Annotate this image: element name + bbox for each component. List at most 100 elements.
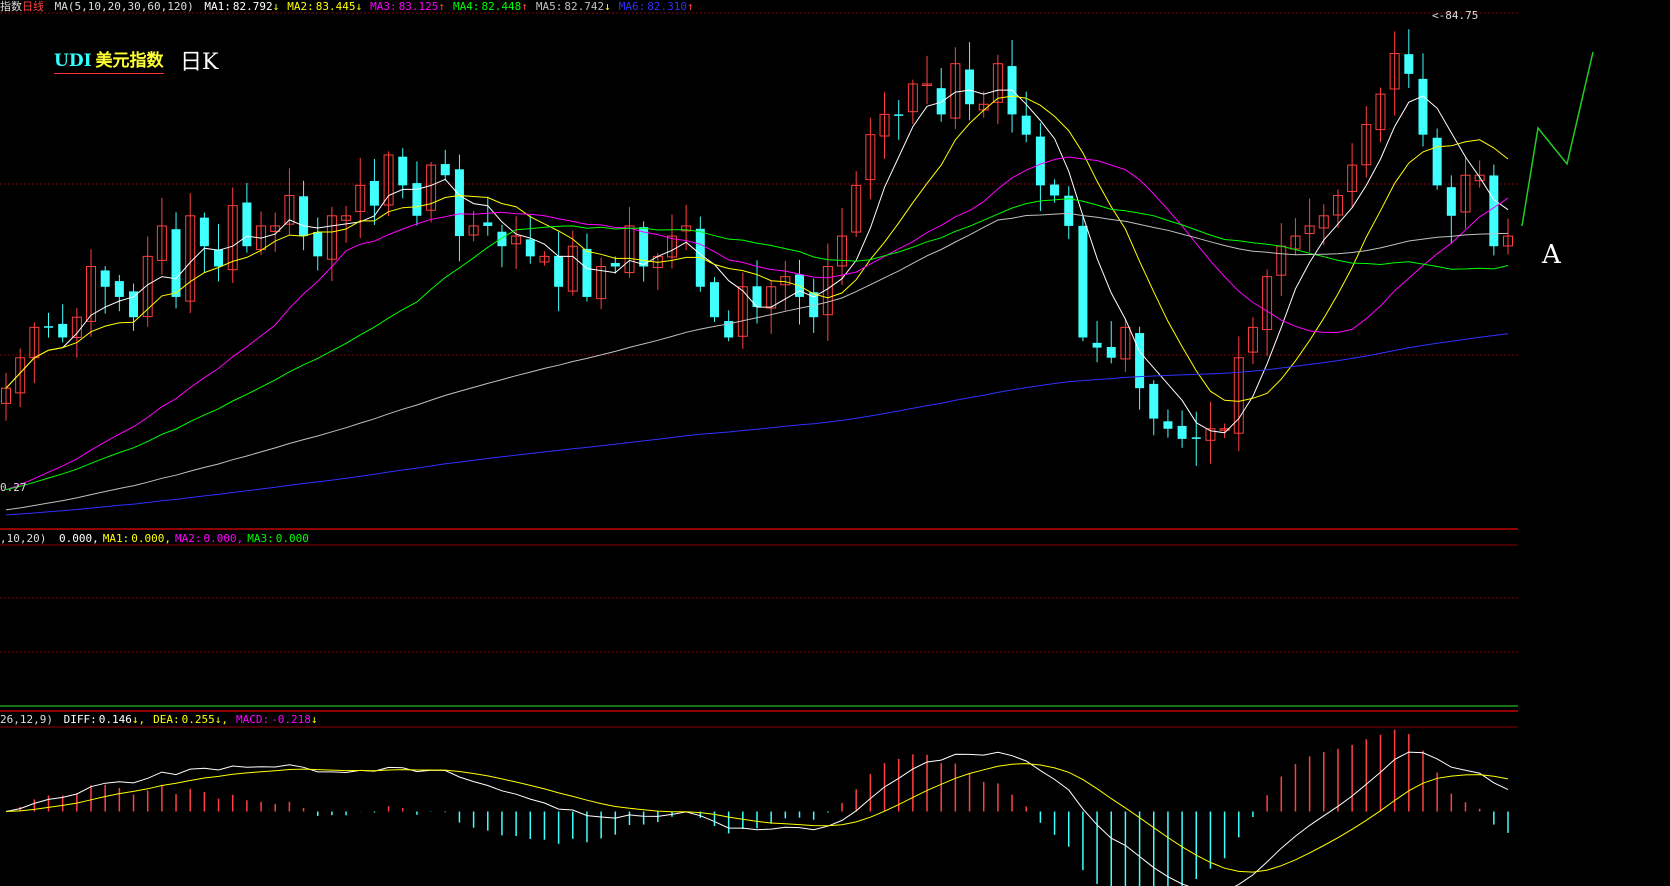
header_main-item-value: 83.445 xyxy=(315,0,356,13)
header_vol-item-3: MA3: 0.000 xyxy=(247,532,309,545)
header_main-item-3: MA4: 82.448↑ xyxy=(453,0,532,13)
candle-body-down xyxy=(242,202,252,247)
header_main-item-arrow: ↑ xyxy=(686,0,694,13)
header-prefix: 指数 xyxy=(0,0,22,13)
vol-indicator: ,10,20) xyxy=(0,532,47,545)
candle-body-down xyxy=(114,281,124,297)
header_vol-item-value: 0.000 xyxy=(275,532,309,545)
candle-body-down xyxy=(1149,383,1159,419)
volume-indicator-header: ,10,20) 0.000, MA1: 0.000, MA2: 0.000, MA3: 0.… xyxy=(0,532,313,545)
candle-body-down xyxy=(1489,175,1499,247)
candle-body-down xyxy=(1106,346,1116,358)
header-period: 日线 xyxy=(22,0,44,13)
candle-body-down xyxy=(554,255,564,287)
header-indicator: MA(5,10,20,30,60,120) xyxy=(54,0,194,13)
header_main-item-arrow: ↓ xyxy=(604,0,611,13)
logo-en: UDI xyxy=(54,51,92,71)
header_macd-item-value: 0.146 xyxy=(98,713,132,726)
candle-body-down xyxy=(1021,115,1031,135)
header_macd-item-0: DIFF: 0.146↓, xyxy=(64,713,150,726)
header_main-item-2: MA3: 83.125↑ xyxy=(370,0,449,13)
header_main-item-label: MA5: xyxy=(535,0,563,13)
header_main-item-value: 82.742 xyxy=(564,0,605,13)
candle-body-down xyxy=(610,262,620,267)
candle-body-down xyxy=(1035,136,1045,186)
candle-body-down xyxy=(454,169,464,237)
header_main-item-arrow: ↑ xyxy=(438,0,445,13)
header_vol-item-label: MA2: xyxy=(174,532,202,545)
header_vol-item-label: MA3: xyxy=(247,532,274,545)
candle-body-down xyxy=(1050,184,1060,196)
candle-body-down xyxy=(1446,187,1456,216)
header_main-item-value: 82.448 xyxy=(481,0,522,13)
candle-body-down xyxy=(965,69,975,105)
candle-body-down xyxy=(1092,342,1102,348)
header_macd-item-value: 0.255 xyxy=(181,713,215,726)
header_macd-item-2: MACD: -0.218↓ xyxy=(236,713,322,726)
candle-body-down xyxy=(440,164,450,176)
projection-a-label: A xyxy=(1542,240,1561,270)
candle-body-down xyxy=(709,282,719,318)
header_vol-item-value: 0.000, xyxy=(58,532,99,545)
header_main-item-label: MA3: xyxy=(370,0,397,13)
ma4-line xyxy=(5,198,1509,491)
header_macd-item-1: DEA: 0.255↓, xyxy=(153,713,232,726)
ma6-line xyxy=(5,333,1509,516)
header_main-item-4: MA5: 82.742↓ xyxy=(536,0,615,13)
header_main-item-label: MA1: xyxy=(204,0,231,13)
candle-body-down xyxy=(936,88,946,115)
candle-body-down xyxy=(894,114,904,116)
header_main-item-0: MA1: 82.792↓ xyxy=(204,0,283,13)
candle-body-down xyxy=(171,229,181,297)
logo-cn: 美元指数 xyxy=(95,51,164,71)
candle-body-down xyxy=(214,249,224,267)
k-period-label: 日K xyxy=(180,50,219,75)
header_vol-item-2: MA2: 0.000, xyxy=(175,532,243,545)
candle-body-down xyxy=(398,156,408,186)
candle-body-down xyxy=(525,239,535,257)
candle-body-down xyxy=(582,248,592,297)
candle-body-down xyxy=(483,222,493,226)
header_main-item-label: MA2: xyxy=(287,0,314,13)
macd-indicator-header: 26,12,9) DIFF: 0.146↓, DEA: 0.255↓, MACD: -0.… xyxy=(0,713,325,726)
header_main-item-value: 83.125 xyxy=(398,0,439,13)
candle-body-down xyxy=(100,270,110,287)
ma5-line xyxy=(5,212,1509,511)
header_vol-item-0: 0.000, xyxy=(57,532,99,545)
header_main-item-value: 82.792 xyxy=(232,0,273,13)
candle-body-down xyxy=(1191,437,1201,439)
macd-indicator: 26,12,9) xyxy=(0,713,53,726)
header_macd-item-arrow: ↓ xyxy=(310,713,318,726)
ma2-line xyxy=(5,95,1509,402)
header_main-item-1: MA2: 83.445↓ xyxy=(287,0,366,13)
header_main-item-arrow: ↓ xyxy=(272,0,280,13)
low-price-label: 0.27 xyxy=(0,481,27,494)
candle-body-down xyxy=(1177,425,1187,439)
candle-body-down xyxy=(199,217,209,247)
header_macd-item-label: DEA: xyxy=(153,713,180,726)
candle-body-down xyxy=(1135,333,1145,389)
candle-body-down xyxy=(44,326,54,328)
header_macd-item-arrow: ↓, xyxy=(214,713,228,726)
header_main-item-label: MA6: xyxy=(618,0,646,13)
candle-body-down xyxy=(1418,78,1428,135)
header_main-item-arrow: ↑ xyxy=(521,0,528,13)
header_vol-item-label: MA1: xyxy=(102,532,130,545)
header_macd-item-label: MACD: xyxy=(235,713,270,726)
header_vol-item-value: 0.000, xyxy=(203,532,244,545)
candle-body-down xyxy=(1163,421,1173,429)
header_vol-item-value: 0.000, xyxy=(131,532,171,545)
candle-body-down xyxy=(58,323,68,338)
header_main-item-5: MA6: 82.310↑ xyxy=(619,0,698,13)
header_macd-item-label: DIFF: xyxy=(63,713,97,726)
candle-body-down xyxy=(313,231,323,257)
candle-body-down xyxy=(1078,225,1088,338)
header_main-item-label: MA4: xyxy=(452,0,480,13)
candle-body-down xyxy=(369,180,379,206)
chart-canvas xyxy=(0,12,1594,886)
header_macd-item-value: -0.218 xyxy=(271,713,311,726)
candle-body-down xyxy=(129,291,139,318)
candle-body-down xyxy=(1064,195,1074,226)
peak-price-label: <-84.75 xyxy=(1432,9,1479,22)
candle-body-down xyxy=(299,196,309,237)
